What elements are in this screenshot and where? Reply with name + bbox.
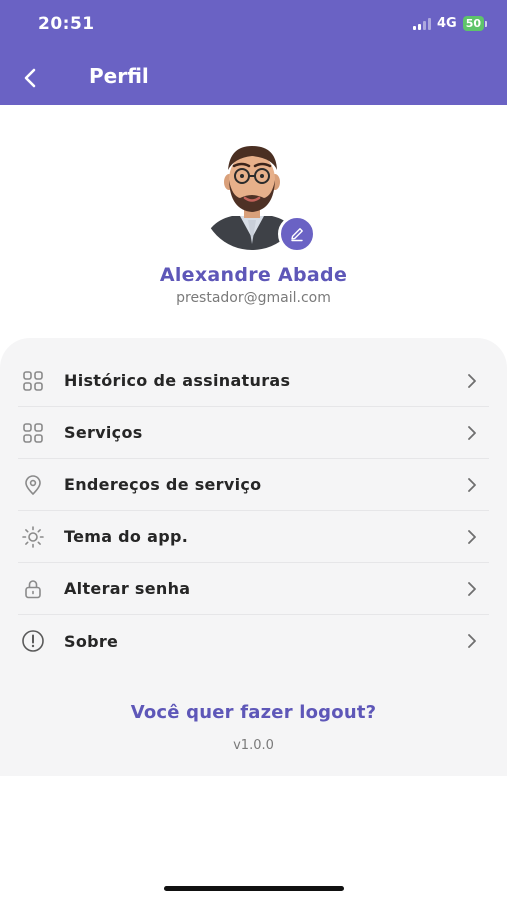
menu-item-label: Serviços [64,423,143,442]
menu-item-services[interactable]: Serviços [18,407,489,459]
pencil-icon [291,228,303,242]
app-version: v1.0.0 [233,738,274,753]
location-pin-icon [18,470,48,500]
grid-icon [18,366,48,396]
menu-item-label: Histórico de assinaturas [64,371,291,390]
back-button[interactable] [16,64,44,92]
grid-icon [18,418,48,448]
info-icon [18,626,48,656]
signal-icon [412,17,431,30]
battery-icon: 50 [462,16,487,31]
menu-item-about[interactable]: Sobre [18,615,489,667]
chevron-right-icon [463,372,481,390]
edit-avatar-button[interactable] [278,215,316,253]
user-name: Alexandre Abade [159,264,348,286]
app-header: 20:51 4G 50 Perfil [0,0,507,105]
chevron-right-icon [463,528,481,546]
menu-item-label: Alterar senha [64,579,191,598]
battery-level: 50 [462,16,484,31]
status-indicators: 4G 50 [412,16,487,31]
network-label: 4G [436,16,457,31]
chevron-left-icon [24,68,36,88]
status-time: 20:51 [38,14,95,34]
chevron-right-icon [463,476,481,494]
chevron-right-icon [463,580,481,598]
chevron-right-icon [463,632,481,650]
menu-item-subscription-history[interactable]: Histórico de assinaturas [18,355,489,407]
menu-item-change-password[interactable]: Alterar senha [18,563,489,615]
menu-item-app-theme[interactable]: Tema do app. [18,511,489,563]
menu-item-label: Sobre [64,631,119,651]
menu-item-label: Endereços de serviço [64,475,262,494]
user-email: prestador@gmail.com [176,290,331,306]
lock-icon [18,574,48,604]
chevron-right-icon [463,424,481,442]
logout-link[interactable]: Você quer fazer logout? [0,702,507,723]
menu-item-service-addresses[interactable]: Endereços de serviço [18,459,489,511]
menu-item-label: Tema do app. [64,527,189,546]
sun-icon [18,522,48,552]
home-indicator[interactable] [164,886,344,891]
page-title: Perfil [89,64,149,88]
